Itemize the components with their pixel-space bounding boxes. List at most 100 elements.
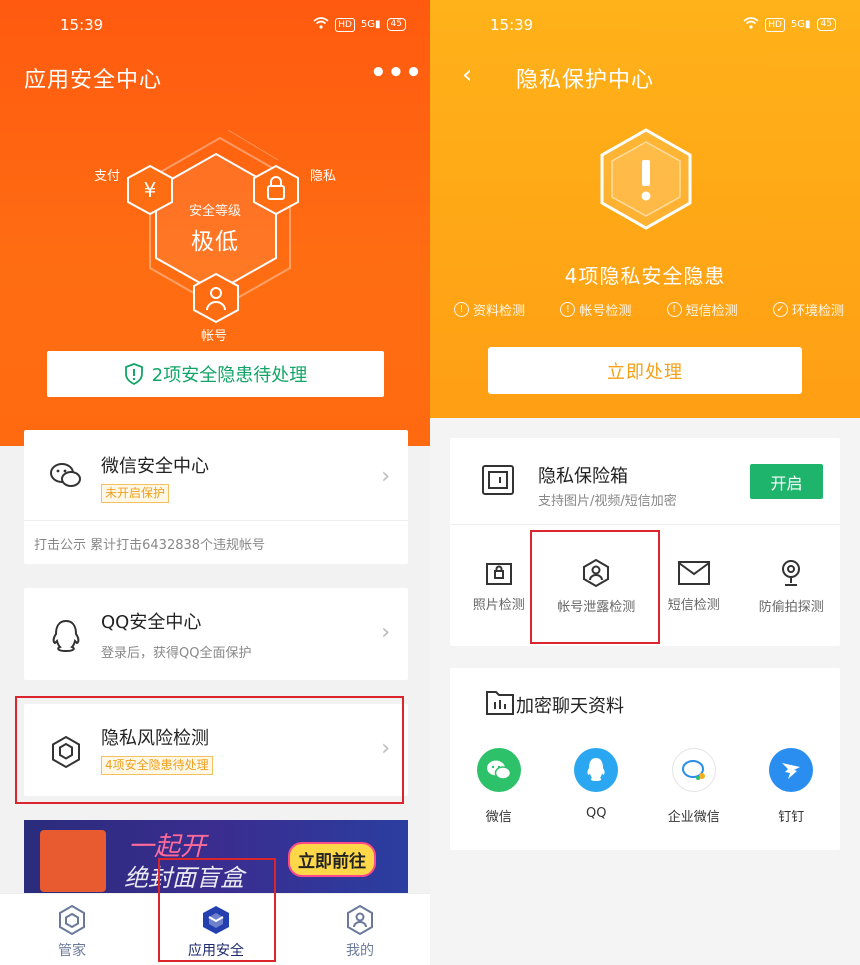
signal-icon: 5G▮ bbox=[360, 19, 381, 30]
security-header: 15:39 HD 5G▮ 45 应用安全中心 ••• ¥ 支付 隐私 帐号 安全… bbox=[0, 0, 430, 446]
safe-box-icon bbox=[482, 465, 514, 495]
wechat-icon bbox=[476, 748, 521, 792]
more-menu-button[interactable]: ••• bbox=[370, 58, 423, 88]
tool-photo-label: 照片检测 bbox=[472, 598, 525, 613]
alert-circle-icon: ! bbox=[454, 302, 469, 317]
page-title: 隐私保护中心 bbox=[516, 68, 655, 93]
privacy-protection-screen: 15:39 HD 5G▮ 45 ‹ 隐私保护中心 4项隐私安全隐患 ! 资料检测 … bbox=[430, 0, 860, 965]
wecom-icon bbox=[671, 748, 716, 792]
svg-text:¥: ¥ bbox=[144, 178, 157, 202]
alert-circle-icon: ! bbox=[560, 302, 576, 317]
qq-security-card[interactable]: QQ安全中心 登录后，获得QQ全面保护 › bbox=[24, 588, 408, 680]
check-label: 短信检测 bbox=[685, 304, 738, 319]
highlight-box bbox=[530, 530, 660, 644]
wechat-card-title: 微信安全中心 bbox=[101, 456, 209, 477]
chevron-right-icon: › bbox=[381, 620, 390, 645]
battery-icon: 45 bbox=[386, 18, 406, 31]
check-account: ! 帐号检测 bbox=[560, 300, 631, 319]
check-label: 帐号检测 bbox=[579, 304, 632, 319]
tab-manager-label: 管家 bbox=[58, 943, 86, 959]
photo-lock-icon bbox=[485, 563, 512, 585]
app-qq-label: QQ bbox=[586, 806, 607, 821]
folder-chart-icon bbox=[486, 691, 514, 715]
shield-hex-icon bbox=[59, 904, 85, 936]
status-icons: HD 5G▮ 45 bbox=[743, 17, 836, 32]
highlight-box bbox=[15, 696, 404, 804]
status-time: 15:39 bbox=[60, 16, 104, 34]
status-bar: 15:39 HD 5G▮ 45 bbox=[0, 14, 430, 38]
tab-mine-label: 我的 bbox=[346, 943, 374, 959]
wechat-footnote: 打击公示 累计打击6432838个违规帐号 bbox=[34, 538, 266, 553]
check-sms: ! 短信检测 bbox=[666, 300, 738, 319]
check-items: ! 资料检测 ! 帐号检测 ! 短信检测 ✓ 环境检测 bbox=[454, 300, 844, 319]
vault-title: 隐私保险箱 bbox=[538, 466, 628, 487]
encrypted-chat-title: 加密聊天资料 bbox=[516, 696, 624, 717]
app-wecom[interactable]: 企业微信 bbox=[645, 748, 743, 825]
wifi-icon bbox=[743, 17, 759, 32]
pay-label: 支付 bbox=[94, 169, 121, 184]
security-level-value: 极低 bbox=[191, 229, 239, 255]
app-wechat[interactable]: 微信 bbox=[450, 748, 548, 825]
status-time: 15:39 bbox=[490, 16, 534, 34]
blind-box-graphic bbox=[40, 830, 106, 892]
hd-badge: HD bbox=[765, 17, 785, 32]
app-wechat-label: 微信 bbox=[485, 810, 512, 825]
chevron-right-icon: › bbox=[381, 464, 390, 489]
wifi-icon bbox=[313, 17, 329, 32]
dingtalk-icon bbox=[769, 748, 814, 792]
user-hex-icon bbox=[347, 904, 373, 936]
status-bar: 15:39 HD 5G▮ 45 bbox=[430, 14, 860, 38]
security-level-label: 安全等级 bbox=[188, 204, 241, 219]
app-wecom-label: 企业微信 bbox=[667, 810, 720, 825]
app-dingtalk-label: 钉钉 bbox=[778, 810, 805, 825]
handle-now-button[interactable]: 立即处理 bbox=[488, 347, 802, 394]
vault-subtitle: 支持图片/视频/短信加密 bbox=[538, 494, 677, 509]
qq-penguin-icon bbox=[52, 619, 80, 653]
shield-alert-icon bbox=[124, 363, 143, 385]
check-profile: ! 资料检测 bbox=[454, 300, 525, 319]
chat-app-list: 微信 QQ 企业微信 钉钉 bbox=[450, 748, 840, 825]
pending-risks-text: 2项安全隐患待处理 bbox=[151, 365, 308, 386]
signal-icon: 5G▮ bbox=[790, 19, 811, 30]
privacy-header: 15:39 HD 5G▮ 45 ‹ 隐私保护中心 4项隐私安全隐患 ! 资料检测 … bbox=[430, 0, 860, 418]
vault-open-button[interactable]: 开启 bbox=[750, 464, 823, 499]
privacy-label: 隐私 bbox=[310, 169, 337, 184]
security-level-diagram: ¥ 支付 隐私 帐号 安全等级 极低 bbox=[90, 129, 350, 350]
hd-badge: HD bbox=[335, 17, 355, 32]
tool-sms-label: 短信检测 bbox=[667, 598, 720, 613]
back-button[interactable]: ‹ bbox=[462, 60, 472, 90]
app-security-center-screen: 15:39 HD 5G▮ 45 应用安全中心 ••• ¥ 支付 隐私 帐号 安全… bbox=[0, 0, 430, 965]
check-label: 环境检测 bbox=[791, 304, 844, 319]
wechat-status-badge: 未开启保护 bbox=[101, 484, 170, 503]
mail-icon bbox=[677, 561, 710, 585]
qq-card-subtitle: 登录后，获得QQ全面保护 bbox=[101, 646, 252, 661]
tab-mine[interactable]: 我的 bbox=[310, 904, 410, 960]
check-circle-icon: ✓ bbox=[772, 302, 788, 317]
page-title: 应用安全中心 bbox=[24, 68, 163, 93]
tool-camera-detect[interactable]: 防偷拍探测 bbox=[743, 526, 841, 646]
card-divider bbox=[450, 524, 840, 525]
alert-circle-icon: ! bbox=[666, 302, 682, 317]
status-icons: HD 5G▮ 45 bbox=[313, 17, 406, 32]
wechat-security-card[interactable]: 微信安全中心 未开启保护 › 打击公示 累计打击6432838个违规帐号 bbox=[24, 430, 408, 564]
battery-icon: 45 bbox=[816, 18, 836, 31]
check-environment: ✓ 环境检测 bbox=[772, 300, 844, 319]
signal-label: 5G bbox=[360, 19, 376, 30]
pending-risks-button[interactable]: 2项安全隐患待处理 bbox=[47, 351, 384, 397]
webcam-icon bbox=[782, 560, 801, 586]
signal-label: 5G bbox=[790, 19, 806, 30]
qq-card-title: QQ安全中心 bbox=[101, 612, 202, 633]
account-label: 帐号 bbox=[201, 329, 228, 344]
check-label: 资料检测 bbox=[473, 304, 526, 319]
highlight-box bbox=[158, 858, 276, 962]
app-qq[interactable]: QQ bbox=[548, 748, 646, 825]
tab-manager[interactable]: 管家 bbox=[22, 904, 122, 960]
privacy-risk-title: 4项隐私安全隐患 bbox=[564, 264, 726, 288]
wechat-outline-icon bbox=[50, 463, 81, 487]
encrypted-chat-card: 加密聊天资料 微信 QQ 企业微信 钉钉 bbox=[450, 668, 840, 850]
banner-go-button[interactable]: 立即前往 bbox=[288, 842, 376, 877]
qq-icon bbox=[574, 748, 619, 792]
tool-camera-label: 防偷拍探测 bbox=[758, 600, 824, 615]
warning-hex-icon bbox=[600, 128, 692, 230]
app-dingtalk[interactable]: 钉钉 bbox=[743, 748, 841, 825]
